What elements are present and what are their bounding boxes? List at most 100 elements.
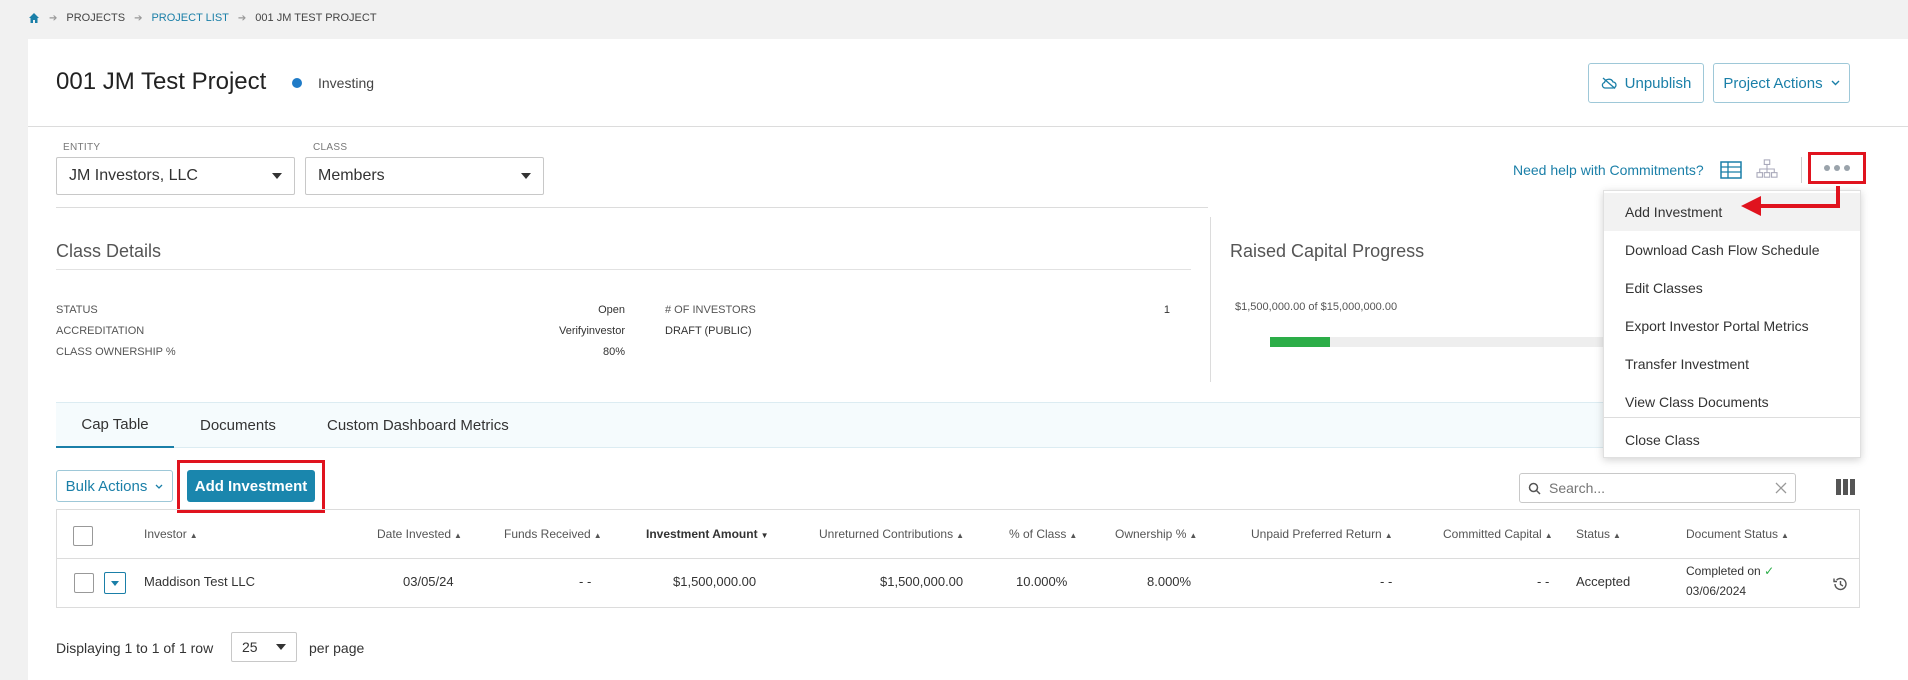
search-icon: [1528, 482, 1541, 495]
tab-custom-dashboard-metrics[interactable]: Custom Dashboard Metrics: [327, 402, 509, 448]
add-investment-button[interactable]: Add Investment: [187, 470, 315, 502]
raised-capital-summary: $1,500,000.00 of $15,000,000.00: [1235, 301, 1398, 313]
breadcrumb-project-list[interactable]: PROJECT LIST: [151, 12, 228, 24]
search-box: [1519, 473, 1796, 503]
tab-bar: [56, 402, 1611, 448]
unpublish-button[interactable]: Unpublish: [1588, 63, 1704, 103]
breadcrumb-separator: ➔: [49, 12, 58, 24]
breadcrumb-projects[interactable]: PROJECTS: [66, 12, 125, 24]
num-investors-label: # OF INVESTORS: [665, 304, 756, 316]
cell-unpaid-preferred-return: - -: [1380, 574, 1393, 589]
menu-item-transfer-investment[interactable]: Transfer Investment: [1604, 345, 1860, 383]
search-input[interactable]: [1549, 480, 1767, 496]
class-details-title: Class Details: [56, 241, 162, 261]
raised-capital-progress-fill: [1270, 337, 1330, 347]
check-icon: ✓: [1764, 564, 1775, 578]
cell-document-status: Completed on ✓: [1686, 564, 1774, 578]
project-status: Investing: [318, 75, 375, 91]
cell-status: Accepted: [1576, 574, 1631, 589]
status-dot: [292, 78, 302, 88]
row-checkbox[interactable]: [74, 573, 94, 593]
breadcrumb-current: 001 JM TEST PROJECT: [255, 12, 377, 24]
raised-capital-title: Raised Capital Progress: [1230, 241, 1425, 261]
status-value: Open: [598, 304, 625, 316]
cell-pct-of-class: 10.000%: [1016, 574, 1068, 589]
divider: [56, 269, 1191, 270]
per-page-label: per page: [309, 640, 365, 656]
entity-value: JM Investors, LLC: [69, 167, 198, 184]
column-header-pct-of-class[interactable]: % of Class ▲: [1009, 527, 1077, 541]
cell-ownership-pct: 8.000%: [1147, 574, 1192, 589]
more-options-menu: Add Investment Download Cash Flow Schedu…: [1603, 190, 1861, 458]
menu-item-export-investor-portal-metrics[interactable]: Export Investor Portal Metrics: [1604, 307, 1860, 345]
column-header-investment-amount[interactable]: Investment Amount ▼: [646, 527, 768, 541]
project-actions-button[interactable]: Project Actions: [1713, 63, 1850, 103]
commitments-help-link[interactable]: Need help with Commitments?: [1513, 162, 1704, 178]
column-header-ownership-pct[interactable]: Ownership % ▲: [1115, 527, 1197, 541]
page-title: 001 JM Test Project: [56, 68, 267, 95]
column-header-investor[interactable]: Investor ▲: [144, 527, 198, 541]
caret-down-icon: [272, 173, 282, 179]
class-label: CLASS: [313, 142, 348, 153]
breadcrumb: ➔ PROJECTS ➔ PROJECT LIST ➔ 001 JM TEST …: [28, 11, 377, 25]
class-select[interactable]: Members: [305, 157, 544, 195]
column-header-date-invested[interactable]: Date Invested ▲: [377, 527, 462, 541]
hierarchy-view-icon[interactable]: [1756, 159, 1778, 179]
caret-down-icon: [276, 644, 286, 650]
bulk-actions-button[interactable]: Bulk Actions: [56, 470, 173, 502]
menu-item-download-cash-flow-schedule[interactable]: Download Cash Flow Schedule: [1604, 231, 1860, 269]
class-ownership-value: 80%: [602, 346, 625, 358]
num-investors-value: 1: [1163, 304, 1170, 316]
columns-icon[interactable]: [1836, 479, 1856, 495]
column-header-status[interactable]: Status ▲: [1576, 527, 1621, 541]
accreditation-value: Verifyinvestor: [558, 325, 625, 337]
class-ownership-label: CLASS OWNERSHIP %: [56, 346, 176, 358]
column-header-unpaid-preferred-return[interactable]: Unpaid Preferred Return ▲: [1251, 527, 1393, 541]
history-icon[interactable]: [1832, 576, 1848, 592]
menu-item-edit-classes[interactable]: Edit Classes: [1604, 269, 1860, 307]
unpublish-label: Unpublish: [1624, 74, 1692, 92]
bulk-actions-label: Bulk Actions: [65, 477, 148, 495]
home-icon[interactable]: [28, 12, 40, 24]
column-header-document-status[interactable]: Document Status ▲: [1686, 527, 1789, 541]
section-divider: [1210, 217, 1211, 382]
breadcrumb-separator: ➔: [134, 12, 143, 24]
cell-funds-received: - -: [579, 574, 592, 589]
caret-down-icon: [111, 580, 119, 586]
chevron-down-icon: [155, 484, 163, 489]
investor-link[interactable]: Maddison Test LLC: [144, 574, 255, 589]
accreditation-label: ACCREDITATION: [56, 325, 145, 337]
column-header-committed-capital[interactable]: Committed Capital ▲: [1443, 527, 1553, 541]
per-page-select[interactable]: 25: [231, 632, 297, 662]
column-header-unreturned-contributions[interactable]: Unreturned Contributions ▲: [819, 527, 964, 541]
toolbar-divider: [1801, 157, 1802, 183]
project-actions-label: Project Actions: [1723, 74, 1823, 92]
entity-select[interactable]: JM Investors, LLC: [56, 157, 295, 195]
status-label: STATUS: [56, 304, 98, 316]
pagination-summary: Displaying 1 to 1 of 1 row: [56, 640, 214, 656]
per-page-value: 25: [242, 639, 258, 655]
menu-item-view-class-documents[interactable]: View Class Documents: [1604, 383, 1860, 421]
column-header-funds-received[interactable]: Funds Received ▲: [504, 527, 602, 541]
entity-label: ENTITY: [63, 142, 101, 153]
cloud-off-icon: [1601, 77, 1617, 89]
caret-down-icon: [521, 173, 531, 179]
class-value: Members: [318, 167, 385, 184]
tab-documents[interactable]: Documents: [200, 402, 276, 448]
chevron-down-icon: [1831, 80, 1840, 86]
document-status-text: Completed on: [1686, 564, 1761, 578]
breadcrumb-separator: ➔: [237, 12, 247, 24]
more-options-button[interactable]: [1808, 152, 1866, 184]
ellipsis-icon: [1824, 165, 1850, 171]
tab-cap-table[interactable]: Cap Table: [56, 402, 174, 448]
cell-committed-capital: - -: [1537, 574, 1550, 589]
divider: [56, 207, 1208, 208]
row-expand-toggle[interactable]: [104, 572, 126, 594]
draft-public-label: DRAFT (PUBLIC): [665, 325, 752, 337]
document-date-link[interactable]: 03/06/2024: [1686, 584, 1746, 598]
clear-icon[interactable]: [1775, 482, 1787, 494]
menu-item-close-class[interactable]: Close Class: [1604, 421, 1860, 459]
select-all-checkbox[interactable]: [73, 526, 93, 546]
table-view-icon[interactable]: [1720, 160, 1742, 180]
cell-investment-amount: $1,500,000.00: [673, 574, 757, 589]
